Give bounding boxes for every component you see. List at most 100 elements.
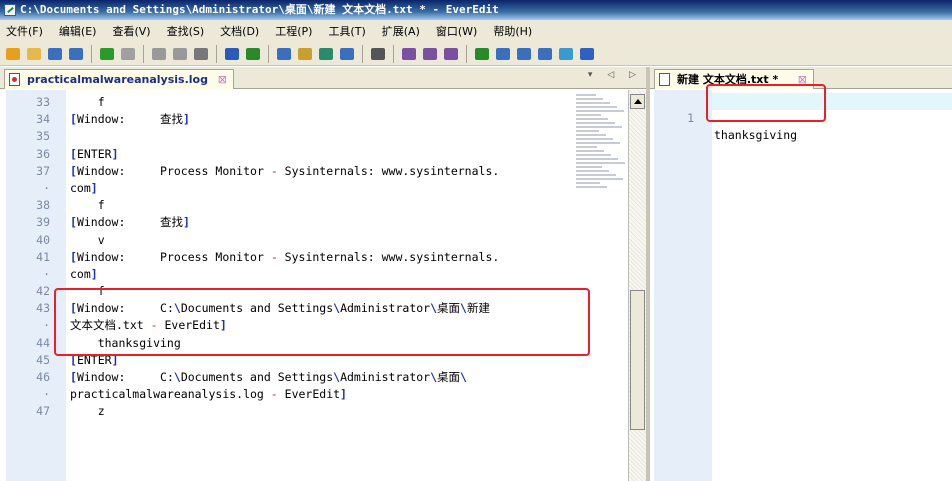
- line-text[interactable]: v: [70, 232, 105, 249]
- editor-line[interactable]: 35: [6, 128, 576, 145]
- editor-line[interactable]: 37 [Window: Process Monitor - Sysinternal…: [6, 163, 576, 180]
- line-text[interactable]: f: [70, 94, 105, 111]
- vertical-scrollbar[interactable]: [628, 90, 646, 481]
- tab-practicalmalwareanalysis-log[interactable]: practicalmalwareanalysis.log ⊠: [4, 69, 234, 89]
- new-icon[interactable]: [4, 45, 22, 63]
- editor-line[interactable]: 46 [Window: C:\Documents and Settings\Adm…: [6, 369, 576, 386]
- paste-icon[interactable]: [192, 45, 210, 63]
- editor-line[interactable]: 40 v: [6, 232, 576, 249]
- bookmark-icon[interactable]: [338, 45, 356, 63]
- fullscreen-icon[interactable]: [515, 45, 533, 63]
- menu-item-0[interactable]: 文件(F): [6, 23, 43, 39]
- left-tab-bar: practicalmalwareanalysis.log ⊠ ▾ ◁ ▷: [0, 67, 646, 89]
- hex-icon-glyph: [371, 47, 385, 60]
- left-editor-pane[interactable]: 33 f 34 [Window: 查找] 35 36 [ENTER] 37 [Window: …: [0, 90, 646, 481]
- scroll-up-arrow-icon[interactable]: [630, 94, 645, 109]
- line-number: 1: [687, 111, 694, 125]
- bookmark-icon-glyph: [340, 47, 354, 60]
- line-number: 43: [36, 301, 50, 316]
- menu-item-4[interactable]: 文档(D): [220, 23, 259, 39]
- code-area[interactable]: 33 f 34 [Window: 查找] 35 36 [ENTER] 37 [Window: …: [6, 94, 576, 421]
- outline-icon[interactable]: [473, 45, 491, 63]
- outline-icon-glyph: [475, 47, 489, 60]
- column-icon[interactable]: [536, 45, 554, 63]
- copy-icon[interactable]: [171, 45, 189, 63]
- browser-icon[interactable]: [557, 45, 575, 63]
- editor-line[interactable]: 36 [ENTER]: [6, 146, 576, 163]
- line-text[interactable]: [Window: Process Monitor - Sysinternals:…: [70, 249, 499, 266]
- editor-line[interactable]: · com]: [6, 180, 576, 197]
- editor-line[interactable]: 34 [Window: 查找]: [6, 111, 576, 128]
- line-number: 39: [36, 215, 50, 230]
- editor-line[interactable]: 33 f: [6, 94, 576, 111]
- menu-item-6[interactable]: 工具(T): [328, 23, 365, 39]
- line-text[interactable]: [Window: 查找]: [70, 111, 190, 128]
- find-icon[interactable]: [275, 45, 293, 63]
- line-text[interactable]: [ENTER]: [70, 146, 119, 163]
- heart-icon[interactable]: [578, 45, 596, 63]
- tab-navigation[interactable]: ▾ ◁ ▷: [588, 70, 642, 80]
- menu-item-2[interactable]: 查看(V): [112, 23, 150, 39]
- scrollbar-thumb[interactable]: [630, 290, 645, 430]
- line-text[interactable]: f: [70, 197, 105, 214]
- editor-line[interactable]: · com]: [6, 266, 576, 283]
- minimap[interactable]: [576, 94, 628, 204]
- macro-stop-icon[interactable]: [442, 45, 460, 63]
- redo-icon[interactable]: [119, 45, 137, 63]
- toolbar-separator: [91, 44, 92, 63]
- line-text[interactable]: [Window: C:\Documents and Settings\Admin…: [70, 369, 467, 386]
- undo-icon[interactable]: [98, 45, 116, 63]
- menu-item-5[interactable]: 工程(P): [275, 23, 312, 39]
- save-icon[interactable]: [46, 45, 64, 63]
- tab-close-icon[interactable]: ⊠: [218, 70, 227, 89]
- line-number: 42: [36, 284, 50, 299]
- menu-item-7[interactable]: 扩展(A): [382, 23, 420, 39]
- macro-play-icon[interactable]: [421, 45, 439, 63]
- line-number: 33: [36, 95, 50, 109]
- minimap-line: [576, 158, 618, 160]
- menu-item-8[interactable]: 窗口(W): [436, 23, 477, 39]
- line-number: 47: [36, 404, 50, 419]
- toolbar-separator: [216, 44, 217, 63]
- line-number: 38: [36, 198, 50, 213]
- line-text[interactable]: com]: [70, 180, 98, 197]
- log-file-icon: [9, 73, 20, 86]
- minimap-line: [576, 150, 604, 152]
- hex-icon[interactable]: [369, 45, 387, 63]
- save-all-icon-glyph: [69, 47, 83, 60]
- split-icon[interactable]: [494, 45, 512, 63]
- macro-record-icon[interactable]: [400, 45, 418, 63]
- line-text[interactable]: thanksgiving: [714, 127, 797, 144]
- find-replace-icon[interactable]: [296, 45, 314, 63]
- minimap-line: [576, 110, 624, 112]
- save-all-icon[interactable]: [67, 45, 85, 63]
- line-text[interactable]: practicalmalwareanalysis.log - EverEdit]: [70, 386, 347, 403]
- toolbar-separator: [143, 44, 144, 63]
- copy-icon-glyph: [173, 47, 187, 60]
- editor-line[interactable]: 38 f: [6, 197, 576, 214]
- line-text[interactable]: [Window: Process Monitor - Sysinternals:…: [70, 163, 499, 180]
- browser-icon-glyph: [559, 47, 573, 60]
- wrap-icon[interactable]: [244, 45, 262, 63]
- goto-icon[interactable]: [317, 45, 335, 63]
- format-icon[interactable]: [223, 45, 241, 63]
- line-text[interactable]: z: [70, 403, 105, 420]
- editor-line[interactable]: · practicalmalwareanalysis.log - EverEdit…: [6, 386, 576, 403]
- menu-item-1[interactable]: 编辑(E): [59, 23, 97, 39]
- minimap-line: [576, 134, 606, 136]
- line-text[interactable]: [Window: 查找]: [70, 214, 190, 231]
- editor-line[interactable]: 39 [Window: 查找]: [6, 214, 576, 231]
- line-number: 40: [36, 232, 50, 247]
- paste-icon-glyph: [194, 47, 208, 60]
- minimap-line: [576, 166, 602, 168]
- open-icon[interactable]: [25, 45, 43, 63]
- line-number: 44: [36, 335, 50, 350]
- cut-icon[interactable]: [150, 45, 168, 63]
- editor-line[interactable]: 41 [Window: Process Monitor - Sysinternal…: [6, 249, 576, 266]
- editor-line[interactable]: 47 z: [6, 403, 576, 420]
- line-text[interactable]: com]: [70, 266, 98, 283]
- menu-item-9[interactable]: 帮助(H): [493, 23, 532, 39]
- right-editor-pane[interactable]: 1 thanksgiving: [650, 90, 952, 481]
- menu-item-3[interactable]: 查找(S): [167, 23, 205, 39]
- minimap-line: [576, 170, 609, 172]
